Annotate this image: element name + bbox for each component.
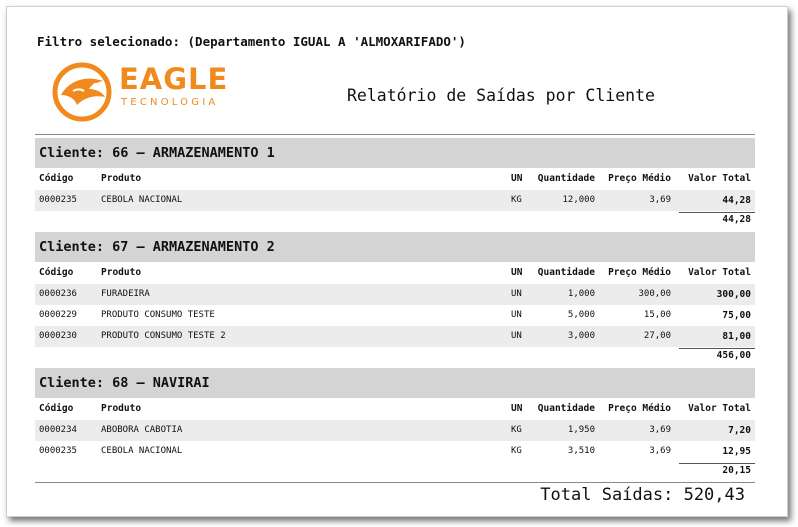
cell-quantidade: 3,000 [567, 331, 595, 341]
column-header-row: Código Produto UN Quantidade Preço Médio… [35, 262, 755, 284]
col-quantidade: Quantidade [537, 267, 595, 278]
cell-quantidade: 1,950 [567, 425, 595, 435]
cell-produto: FURADEIRA [101, 289, 150, 299]
cell-valor-total: 300,00 [716, 289, 751, 300]
report-page: Filtro selecionado: (Departamento IGUAL … [6, 6, 788, 517]
group-header: Cliente: 66 – ARMAZENAMENTO 1 [35, 138, 755, 168]
group-subtotal: 456,00 [35, 347, 755, 369]
logo-wordmark: EAGLE [119, 62, 229, 96]
cell-un: KG [511, 425, 522, 435]
cell-valor-total: 7,20 [728, 425, 751, 436]
col-preco-medio: Preço Médio [608, 403, 671, 414]
column-header-row: Código Produto UN Quantidade Preço Médio… [35, 168, 755, 190]
col-un: UN [511, 403, 523, 414]
col-quantidade: Quantidade [537, 173, 595, 184]
group-header: Cliente: 68 – NAVIRAI [35, 368, 755, 398]
cell-preco-medio: 3,69 [649, 195, 671, 205]
col-codigo: Código [39, 173, 74, 184]
cell-valor-total: 75,00 [722, 310, 751, 321]
cell-quantidade: 12,000 [562, 195, 595, 205]
table-row: 0000235 CEBOLA NACIONAL KG 3,510 3,69 12… [35, 441, 755, 462]
eagle-logo-icon [52, 62, 112, 122]
cell-produto: ABOBORA CABOTIA [101, 425, 183, 435]
col-codigo: Código [39, 403, 74, 414]
subtotal-value: 44,28 [722, 214, 751, 225]
group-subtotal: 44,28 [35, 211, 755, 233]
cell-codigo: 0000235 [39, 195, 77, 205]
cell-quantidade: 3,510 [567, 446, 595, 456]
cell-produto: PRODUTO CONSUMO TESTE 2 [101, 331, 226, 341]
col-valor-total: Valor Total [688, 267, 751, 278]
client-group: Cliente: 68 – NAVIRAI Código Produto UN … [35, 368, 755, 484]
filter-text: Filtro selecionado: (Departamento IGUAL … [37, 34, 466, 49]
col-preco-medio: Preço Médio [608, 267, 671, 278]
col-un: UN [511, 173, 523, 184]
cell-produto: CEBOLA NACIONAL [101, 195, 183, 205]
cell-codigo: 0000234 [39, 425, 77, 435]
cell-un: UN [511, 331, 522, 341]
subtotal-line [679, 348, 755, 349]
cell-codigo: 0000235 [39, 446, 77, 456]
grand-total: Total Saídas: 520,43 [540, 485, 745, 505]
col-preco-medio: Preço Médio [608, 173, 671, 184]
subtotal-value: 456,00 [716, 350, 751, 361]
table-row: 0000234 ABOBORA CABOTIA KG 1,950 3,69 7,… [35, 420, 755, 441]
col-produto: Produto [101, 267, 142, 278]
group-header: Cliente: 67 – ARMAZENAMENTO 2 [35, 232, 755, 262]
subtotal-line [679, 463, 755, 464]
table-row: 0000235 CEBOLA NACIONAL KG 12,000 3,69 4… [35, 190, 755, 211]
col-quantidade: Quantidade [537, 403, 595, 414]
table-row: 0000229 PRODUTO CONSUMO TESTE UN 5,000 1… [35, 305, 755, 326]
cell-un: UN [511, 289, 522, 299]
col-valor-total: Valor Total [688, 173, 751, 184]
divider [35, 134, 755, 135]
group-subtotal: 20,15 [35, 462, 755, 484]
cell-codigo: 0000236 [39, 289, 77, 299]
cell-preco-medio: 3,69 [649, 425, 671, 435]
cell-quantidade: 1,000 [567, 289, 595, 299]
divider [35, 482, 755, 483]
cell-produto: PRODUTO CONSUMO TESTE [101, 310, 215, 320]
cell-un: KG [511, 446, 522, 456]
cell-preco-medio: 3,69 [649, 446, 671, 456]
cell-quantidade: 5,000 [567, 310, 595, 320]
cell-un: KG [511, 195, 522, 205]
cell-codigo: 0000230 [39, 331, 77, 341]
cell-preco-medio: 27,00 [643, 331, 671, 341]
cell-valor-total: 44,28 [722, 195, 751, 206]
cell-preco-medio: 15,00 [643, 310, 671, 320]
subtotal-line [679, 212, 755, 213]
report-title: Relatório de Saídas por Cliente [347, 86, 655, 105]
col-codigo: Código [39, 267, 74, 278]
company-logo: EAGLE TECNOLOGIA [51, 61, 231, 123]
cell-un: UN [511, 310, 522, 320]
cell-produto: CEBOLA NACIONAL [101, 446, 183, 456]
logo-subtitle: TECNOLOGIA [121, 97, 219, 108]
cell-valor-total: 81,00 [722, 331, 751, 342]
client-group: Cliente: 67 – ARMAZENAMENTO 2 Código Pro… [35, 232, 755, 369]
col-valor-total: Valor Total [688, 403, 751, 414]
cell-valor-total: 12,95 [722, 446, 751, 457]
table-row: 0000236 FURADEIRA UN 1,000 300,00 300,00 [35, 284, 755, 305]
subtotal-value: 20,15 [722, 465, 751, 476]
table-row: 0000230 PRODUTO CONSUMO TESTE 2 UN 3,000… [35, 326, 755, 347]
cell-codigo: 0000229 [39, 310, 77, 320]
column-header-row: Código Produto UN Quantidade Preço Médio… [35, 398, 755, 420]
cell-preco-medio: 300,00 [638, 289, 671, 299]
col-un: UN [511, 267, 523, 278]
client-group: Cliente: 66 – ARMAZENAMENTO 1 Código Pro… [35, 138, 755, 233]
col-produto: Produto [101, 173, 142, 184]
col-produto: Produto [101, 403, 142, 414]
